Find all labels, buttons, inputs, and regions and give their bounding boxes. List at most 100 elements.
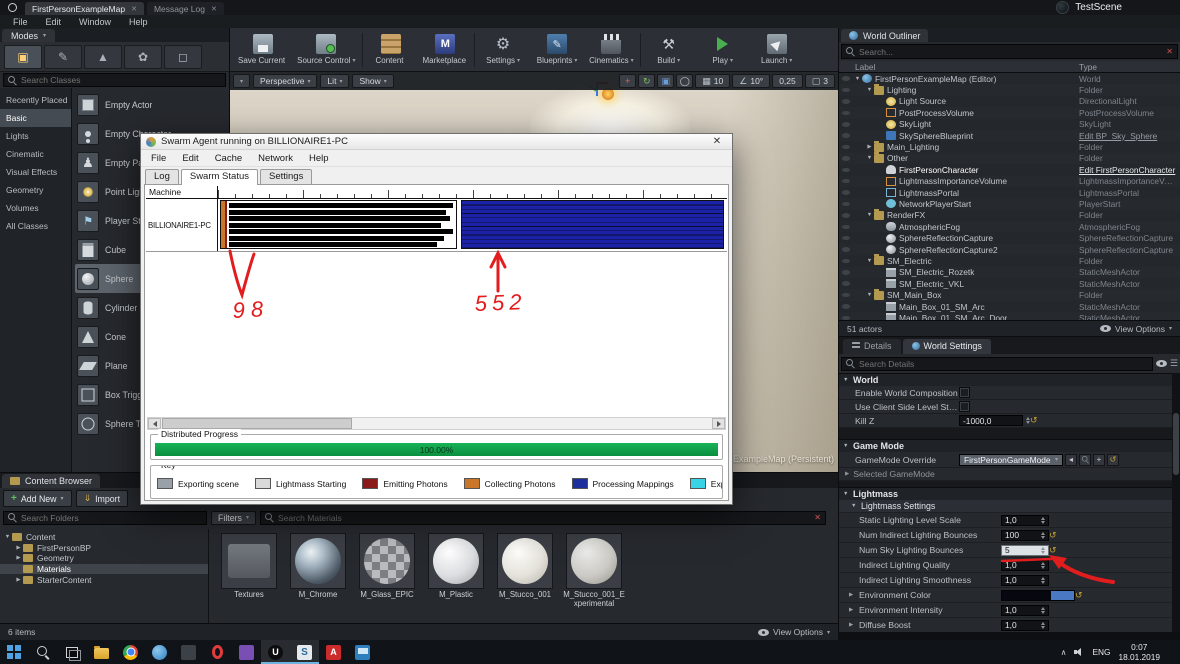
details-search-input[interactable] xyxy=(859,358,1148,369)
task-view-button[interactable] xyxy=(58,640,87,664)
value-spinner[interactable] xyxy=(1041,621,1045,629)
visibility-eye-icon[interactable] xyxy=(842,304,850,309)
actor-type[interactable]: LightmassImportanceVolume xyxy=(1079,176,1177,186)
visibility-eye-icon[interactable] xyxy=(842,258,850,264)
expand-arrow-icon[interactable]: ▶ xyxy=(849,607,853,613)
actor-type[interactable]: Folder xyxy=(1079,210,1177,220)
client-side-streaming-checkbox[interactable] xyxy=(959,401,970,412)
property-value-input[interactable] xyxy=(1001,589,1075,601)
visibility-eye-icon[interactable] xyxy=(842,167,850,173)
outliner-search-input[interactable] xyxy=(859,46,1163,57)
modes-category[interactable]: Volumes xyxy=(0,199,71,217)
scroll-right-icon[interactable] xyxy=(712,418,725,429)
toolbar-separator[interactable] xyxy=(639,32,641,67)
language-indicator[interactable]: ENG xyxy=(1092,647,1110,657)
swarm-agent-window[interactable]: Swarm Agent running on BILLIONAIRE1-PC ✕… xyxy=(140,133,733,505)
folder-tree-item[interactable]: ▶ Geometry xyxy=(0,553,208,564)
actor-type[interactable]: PlayerStart xyxy=(1079,199,1177,209)
type-column-header[interactable]: Type xyxy=(1079,62,1097,72)
folder-tree-item[interactable]: ▼ Content xyxy=(0,532,208,543)
modes-category[interactable]: Visual Effects xyxy=(0,163,71,181)
asset-tile[interactable]: M_Plastic xyxy=(425,533,487,600)
visibility-eye-icon[interactable] xyxy=(842,110,850,116)
asset-tile[interactable]: M_Stucco_001_Experimental xyxy=(563,533,625,609)
swarm-menu-item[interactable]: File xyxy=(143,152,174,165)
save-current-button[interactable]: Save Current xyxy=(234,30,291,70)
expand-arrow-icon[interactable]: ▶ xyxy=(865,144,874,150)
label-column-header[interactable]: Label xyxy=(839,62,875,72)
search-assets-input[interactable] xyxy=(277,512,811,523)
expand-arrow-icon[interactable]: ▼ xyxy=(865,292,874,298)
start-button[interactable] xyxy=(0,640,29,664)
outliner-row[interactable]: AtmosphericFog AtmosphericFog xyxy=(839,221,1180,232)
visibility-eye-icon[interactable] xyxy=(842,281,850,286)
unreal-editor-icon[interactable] xyxy=(261,640,290,664)
asset-tile[interactable]: M_Chrome xyxy=(287,533,349,600)
lightmass-settings-subheader[interactable]: ▼ Lightmass Settings xyxy=(839,500,1172,513)
actor-type[interactable]: SphereReflectionCapture xyxy=(1079,245,1177,255)
visibility-eye-icon[interactable] xyxy=(842,235,850,241)
clear-search-icon[interactable] xyxy=(1166,47,1173,56)
modes-category[interactable]: All Classes xyxy=(0,217,71,235)
world-coordinate-button[interactable]: ◯ xyxy=(676,74,694,88)
play-button[interactable]: Play ▾ xyxy=(697,30,749,70)
expand-arrow-icon[interactable]: ▶ xyxy=(849,622,853,628)
visibility-eye-icon[interactable] xyxy=(842,156,850,161)
blueprints-button[interactable]: Blueprints ▾ xyxy=(531,30,583,70)
scale-tool-button[interactable]: ▣ xyxy=(657,74,675,88)
scale-snap-button[interactable]: 0,25 xyxy=(772,74,803,88)
value-spinner[interactable] xyxy=(1041,516,1045,524)
show-button[interactable]: Show ▾ xyxy=(352,74,394,88)
outliner-row[interactable]: Main_Box_01_SM_Arc StaticMeshActor xyxy=(839,300,1180,313)
visibility-eye-icon[interactable] xyxy=(842,144,850,150)
actor-type[interactable]: StaticMeshActor xyxy=(1079,267,1177,277)
actor-type[interactable]: Edit BP_Sky_Sphere xyxy=(1079,131,1177,141)
rotate-tool-button[interactable]: ↻ xyxy=(638,74,656,88)
hidden-icons-chevron[interactable]: ∧ xyxy=(1061,648,1067,657)
expand-arrow-icon[interactable]: ▼ xyxy=(865,258,874,264)
menu-item[interactable]: File xyxy=(4,17,37,27)
actor-type[interactable]: Folder xyxy=(1079,85,1177,95)
use-selected-icon[interactable] xyxy=(1065,453,1077,466)
menu-item[interactable]: Edit xyxy=(37,17,71,27)
property-value-input[interactable]: 100 xyxy=(1001,529,1049,541)
lightmass-section-header[interactable]: ▼ Lightmass xyxy=(839,487,1172,500)
expand-arrow-icon[interactable]: ▼ xyxy=(853,76,862,82)
actor-type[interactable]: StaticMeshActor xyxy=(1079,279,1177,289)
perspective-button[interactable]: Perspective ▾ xyxy=(253,74,318,88)
outliner-row[interactable]: SkyLight SkyLight xyxy=(839,118,1180,130)
visibility-eye-icon[interactable] xyxy=(842,247,850,252)
outliner-row[interactable]: PostProcessVolume PostProcessVolume xyxy=(839,107,1180,118)
source-control-button[interactable]: Source Control ▾ xyxy=(293,30,359,70)
swarm-agent-icon[interactable] xyxy=(290,640,319,664)
place-mode-button[interactable]: ▣ xyxy=(4,44,42,69)
property-value-input[interactable]: 1,0 xyxy=(1001,604,1049,616)
swarm-tab[interactable]: Swarm Status xyxy=(180,169,258,185)
actor-type[interactable]: StaticMeshActor xyxy=(1079,313,1177,320)
value-spinner[interactable] xyxy=(1041,546,1045,554)
scrollbar-thumb[interactable] xyxy=(162,418,352,429)
property-value-input[interactable]: 1,0 xyxy=(1001,559,1049,571)
visibility-eye-icon[interactable] xyxy=(842,201,850,207)
toolbar-separator[interactable] xyxy=(474,32,476,67)
actor-type[interactable]: AtmosphericFog xyxy=(1079,222,1177,232)
reset-to-default-icon[interactable]: ↺ xyxy=(1075,590,1084,600)
reset-to-default-icon[interactable]: ↺ xyxy=(1030,416,1039,425)
opera-icon[interactable] xyxy=(203,640,232,664)
grid-snap-button[interactable]: ▦ 10 xyxy=(695,74,731,88)
close-window-icon[interactable]: ✕ xyxy=(707,136,727,147)
close-tab-icon[interactable] xyxy=(131,5,137,13)
settings-button[interactable]: Settings ▾ xyxy=(477,30,529,70)
visibility-eye-icon[interactable] xyxy=(842,292,850,298)
property-value-input[interactable]: 1,0 xyxy=(1001,574,1049,586)
blue-app-icon[interactable] xyxy=(145,640,174,664)
import-button[interactable]: ⇓ Import xyxy=(75,490,129,507)
build-button[interactable]: Build ▾ xyxy=(643,30,695,70)
add-new-button[interactable]: + Add New ▾ xyxy=(3,490,72,507)
visibility-eye-icon[interactable] xyxy=(842,122,850,127)
folder-tree-item[interactable]: ▶ FirstPersonBP xyxy=(0,543,208,554)
move-tool-button[interactable]: + xyxy=(619,74,637,88)
game-mode-section-header[interactable]: ▼ Game Mode xyxy=(839,439,1172,452)
property-visibility-icon[interactable] xyxy=(1155,360,1167,367)
search-button[interactable] xyxy=(29,640,58,664)
